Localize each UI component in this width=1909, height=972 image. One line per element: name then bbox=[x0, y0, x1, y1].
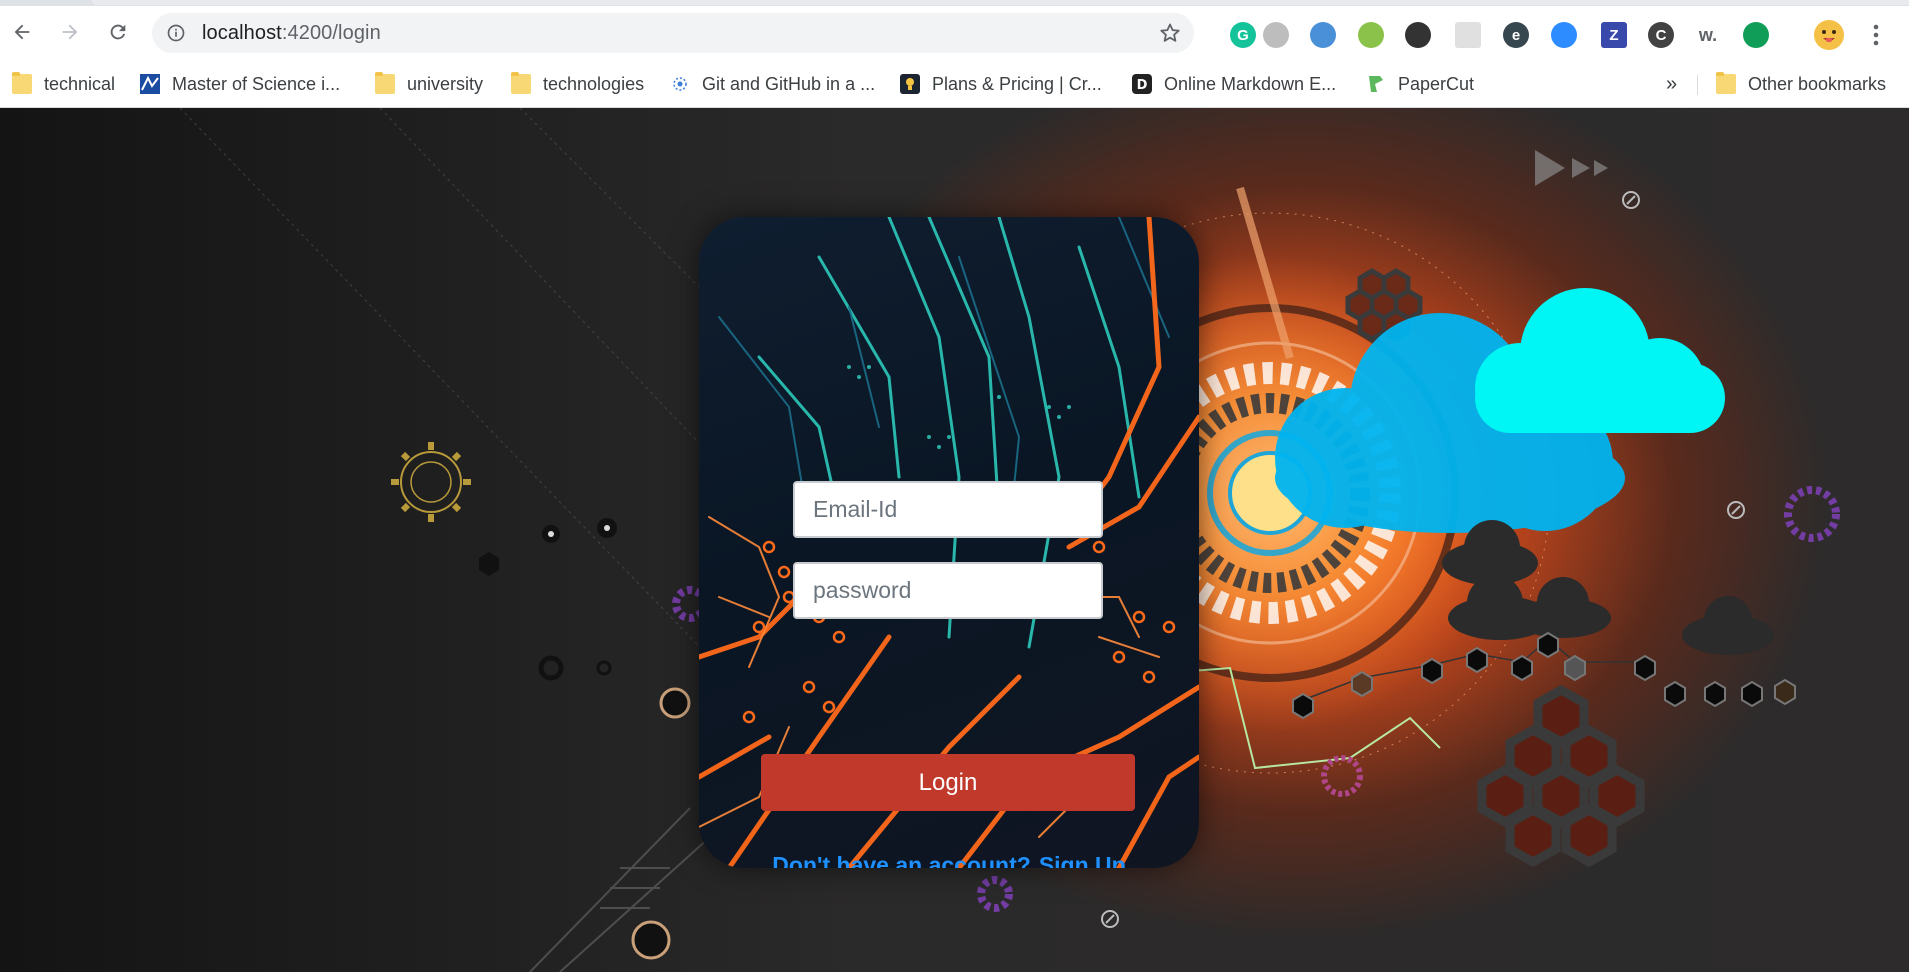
forward-button[interactable] bbox=[54, 16, 86, 48]
reload-button[interactable] bbox=[102, 16, 134, 48]
folder-icon bbox=[511, 72, 531, 94]
address-bar[interactable]: localhost:4200/login bbox=[152, 13, 1194, 53]
folder-icon bbox=[12, 72, 32, 94]
profile-avatar[interactable] bbox=[1814, 20, 1844, 50]
login-page: Login Don't have an account? Sign Up bbox=[0, 108, 1909, 972]
bookmark-university[interactable]: university bbox=[375, 71, 483, 97]
university-logo-icon bbox=[140, 74, 160, 94]
papercut-icon bbox=[1369, 76, 1383, 92]
gear-outline-icon bbox=[391, 442, 471, 522]
login-button[interactable]: Login bbox=[761, 754, 1135, 811]
git-site-icon bbox=[673, 77, 687, 91]
c-extension-icon[interactable]: C bbox=[1648, 22, 1674, 48]
ticket-extension-icon[interactable] bbox=[1358, 22, 1384, 48]
profile-emoji-icon bbox=[1815, 21, 1843, 49]
bookmark-label: Other bookmarks bbox=[1748, 73, 1887, 94]
bookmark-online-markdown[interactable]: D Online Markdown E... bbox=[1132, 71, 1336, 97]
chat-bubble-extension-icon[interactable] bbox=[1743, 22, 1769, 48]
email-input[interactable] bbox=[793, 481, 1103, 538]
bookmark-label: university bbox=[407, 73, 484, 94]
site-info-icon[interactable] bbox=[166, 23, 186, 43]
dark-clouds-icon bbox=[1442, 520, 1774, 655]
bookmark-git-github[interactable]: Git and GitHub in a ... bbox=[670, 71, 875, 97]
browser-menu-button[interactable] bbox=[1870, 22, 1882, 48]
svg-text:D: D bbox=[1137, 78, 1148, 93]
circle-extension-icon[interactable] bbox=[1263, 22, 1289, 48]
bookmarks-overflow-button[interactable]: » bbox=[1666, 71, 1677, 97]
bookmark-label: Online Markdown E... bbox=[1164, 73, 1337, 94]
bookmark-plans-pricing[interactable]: Plans & Pricing | Cr... bbox=[900, 71, 1102, 97]
honeycomb-bottom-icon bbox=[1477, 684, 1645, 868]
url-host: localhost bbox=[202, 22, 282, 44]
purple-gear-icon bbox=[1784, 486, 1840, 542]
z-extension-icon[interactable]: Z bbox=[1601, 22, 1627, 48]
password-input[interactable] bbox=[793, 562, 1103, 619]
reload-icon bbox=[110, 24, 126, 40]
bookmarks-bar: technical Master of Science i... univers… bbox=[0, 59, 1909, 108]
bookmark-papercut[interactable]: PaperCut bbox=[1366, 71, 1474, 97]
translate-extension-icon[interactable] bbox=[1310, 22, 1336, 48]
url-path: :4200/login bbox=[281, 22, 381, 44]
folder-icon bbox=[375, 72, 395, 94]
spiral-extension-icon[interactable] bbox=[1405, 22, 1431, 48]
page-extension-icon[interactable] bbox=[1455, 22, 1481, 48]
e-extension-icon[interactable]: e bbox=[1503, 22, 1529, 48]
cloud-cyan-icon bbox=[1475, 288, 1725, 433]
bookmark-technical[interactable]: technical bbox=[12, 71, 115, 97]
bookmark-label: Git and GitHub in a ... bbox=[702, 73, 876, 94]
d-logo-icon: D bbox=[1132, 74, 1152, 94]
kebab-menu-icon bbox=[1873, 24, 1879, 46]
bookmark-label: Plans & Pricing | Cr... bbox=[932, 73, 1102, 94]
w-extension-icon[interactable]: w. bbox=[1695, 22, 1721, 48]
no-account-text: Don't have an account? bbox=[772, 852, 1031, 868]
back-arrow-icon bbox=[14, 24, 30, 40]
zoom-extension-icon[interactable] bbox=[1551, 22, 1577, 48]
bookmarks-divider bbox=[1697, 75, 1698, 95]
signup-link[interactable]: Sign Up bbox=[1039, 852, 1126, 868]
folder-icon bbox=[1716, 72, 1736, 94]
bookmark-other-bookmarks[interactable]: Other bookmarks bbox=[1716, 71, 1886, 97]
bookmark-label: technologies bbox=[543, 73, 645, 94]
bookmark-label: Master of Science i... bbox=[172, 73, 341, 94]
back-button[interactable] bbox=[6, 16, 38, 48]
fast-forward-icon bbox=[1535, 150, 1608, 186]
login-card: Login Don't have an account? Sign Up bbox=[699, 217, 1199, 868]
forward-arrow-icon bbox=[62, 24, 78, 40]
bookmark-star-icon[interactable] bbox=[1158, 21, 1182, 45]
bookmark-technologies[interactable]: technologies bbox=[511, 71, 644, 97]
bookmark-master-of-science[interactable]: Master of Science i... bbox=[140, 71, 340, 97]
grammarly-icon[interactable]: G bbox=[1230, 22, 1256, 48]
browser-toolbar: localhost:4200/login Ge Z Cw. bbox=[0, 6, 1909, 59]
url-text[interactable]: localhost:4200/login bbox=[202, 22, 381, 45]
lightbulb-icon bbox=[900, 74, 920, 94]
bookmark-label: technical bbox=[44, 73, 116, 94]
bookmark-label: PaperCut bbox=[1398, 73, 1475, 94]
signup-prompt: Don't have an account? Sign Up bbox=[699, 852, 1199, 868]
